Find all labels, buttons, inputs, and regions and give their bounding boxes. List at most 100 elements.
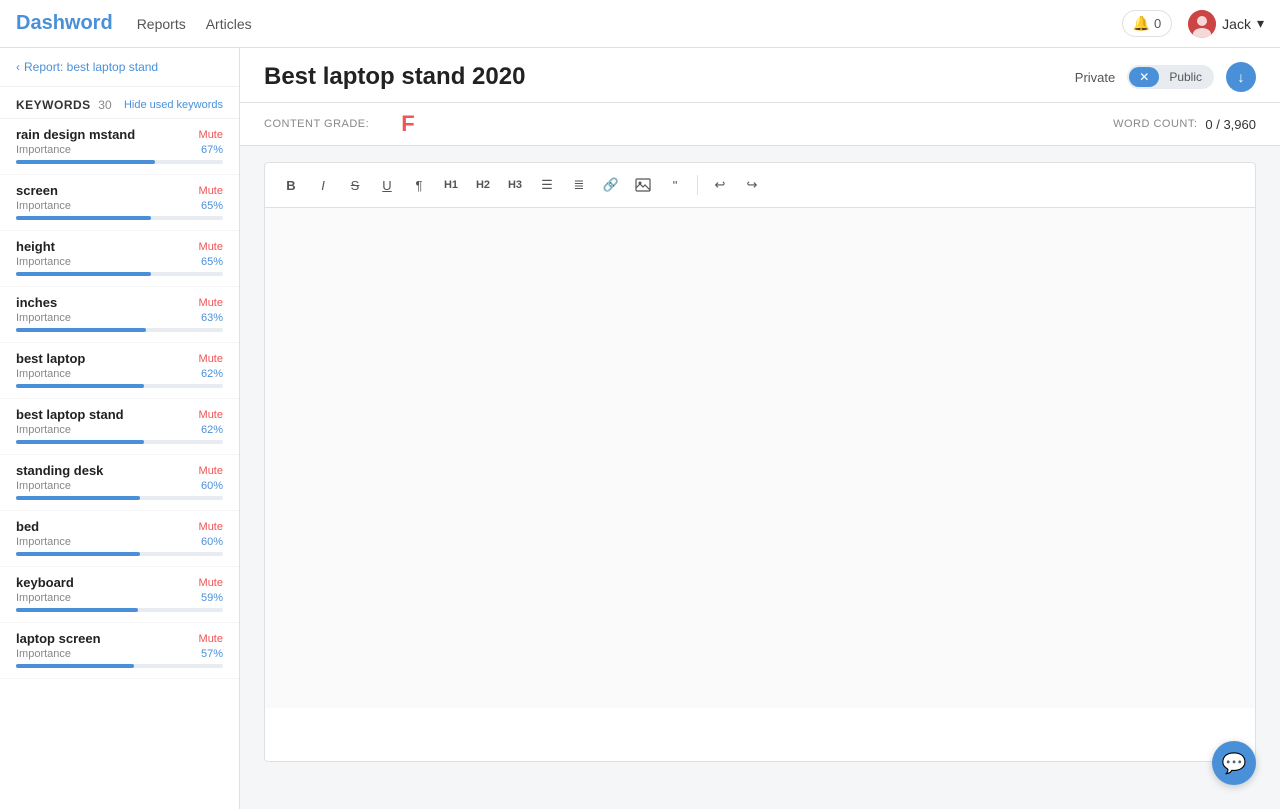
kw-bar-bg-3	[16, 328, 223, 332]
kw-bar-bg-8	[16, 608, 223, 612]
kw-bar-bg-4	[16, 384, 223, 388]
kw-mute-5[interactable]: Mute	[199, 409, 223, 421]
h2-button[interactable]: H2	[469, 171, 497, 199]
user-menu-button[interactable]: Jack ▾	[1188, 10, 1264, 38]
kw-header-1: screen Mute	[16, 183, 223, 198]
toolbar-separator	[697, 175, 698, 195]
italic-button[interactable]: I	[309, 171, 337, 199]
kw-mute-6[interactable]: Mute	[199, 465, 223, 477]
kw-bar-bg-5	[16, 440, 223, 444]
word-count-section: WORD COUNT: 0 / 3,960	[1113, 117, 1256, 132]
kw-name-7: bed	[16, 519, 39, 534]
kw-name-9: laptop screen	[16, 631, 101, 646]
layout: ‹ Report: best laptop stand KEYWORDS 30 …	[0, 48, 1280, 809]
kw-bar-9	[16, 664, 134, 668]
kw-bar-bg-2	[16, 272, 223, 276]
kw-mute-1[interactable]: Mute	[199, 185, 223, 197]
kw-bar-0	[16, 160, 155, 164]
kw-bar-bg-6	[16, 496, 223, 500]
nav-articles[interactable]: Articles	[206, 16, 252, 32]
kw-bar-bg-1	[16, 216, 223, 220]
kw-pct-0: 67%	[201, 144, 223, 156]
kw-pct-7: 60%	[201, 536, 223, 548]
kw-importance-row-7: Importance 60%	[16, 536, 223, 548]
kw-mute-7[interactable]: Mute	[199, 521, 223, 533]
notifications-button[interactable]: 🔔 0	[1122, 10, 1173, 37]
toggle-public[interactable]: Public	[1159, 67, 1212, 87]
keyword-item-2: height Mute Importance 65%	[0, 231, 239, 287]
kw-header-7: bed Mute	[16, 519, 223, 534]
kw-name-5: best laptop stand	[16, 407, 124, 422]
kw-header-2: height Mute	[16, 239, 223, 254]
kw-importance-label-5: Importance	[16, 424, 71, 436]
grade-bar: CONTENT GRADE: F WORD COUNT: 0 / 3,960	[240, 103, 1280, 146]
strikethrough-button[interactable]: S	[341, 171, 369, 199]
kw-importance-label-2: Importance	[16, 256, 71, 268]
kw-importance-label-3: Importance	[16, 312, 71, 324]
kw-pct-5: 62%	[201, 424, 223, 436]
blockquote-button[interactable]: "	[661, 171, 689, 199]
main-header: Best laptop stand 2020 Private ✕ Public …	[240, 48, 1280, 103]
back-link[interactable]: ‹ Report: best laptop stand	[0, 48, 239, 87]
ordered-list-button[interactable]: ≣	[565, 171, 593, 199]
kw-importance-label-8: Importance	[16, 592, 71, 604]
avatar	[1188, 10, 1216, 38]
kw-importance-row-4: Importance 62%	[16, 368, 223, 380]
chevron-left-icon: ‹	[16, 60, 20, 74]
hide-used-keywords[interactable]: Hide used keywords	[124, 99, 223, 111]
kw-name-6: standing desk	[16, 463, 103, 478]
bell-icon: 🔔	[1133, 15, 1150, 32]
kw-mute-4[interactable]: Mute	[199, 353, 223, 365]
kw-name-8: keyboard	[16, 575, 74, 590]
keyword-item-8: keyboard Mute Importance 59%	[0, 567, 239, 623]
unordered-list-button[interactable]: ☰	[533, 171, 561, 199]
toggle-private[interactable]: ✕	[1129, 67, 1159, 87]
h3-button[interactable]: H3	[501, 171, 529, 199]
kw-bar-bg-0	[16, 160, 223, 164]
keywords-list: rain design mstand Mute Importance 67% s…	[0, 119, 239, 809]
word-count-value: 0 / 3,960	[1205, 117, 1256, 132]
header-right: Private ✕ Public ↓	[1075, 62, 1256, 92]
bold-button[interactable]: B	[277, 171, 305, 199]
link-button[interactable]: 🔗	[597, 171, 625, 199]
topnav: Dashword Reports Articles 🔔 0 Jack ▾	[0, 0, 1280, 48]
article-title: Best laptop stand 2020	[264, 63, 525, 91]
download-button[interactable]: ↓	[1226, 62, 1256, 92]
image-button[interactable]	[629, 171, 657, 199]
kw-bar-5	[16, 440, 144, 444]
kw-bar-1	[16, 216, 151, 220]
kw-bar-3	[16, 328, 146, 332]
kw-mute-0[interactable]: Mute	[199, 129, 223, 141]
keyword-item-0: rain design mstand Mute Importance 67%	[0, 119, 239, 175]
paragraph-button[interactable]: ¶	[405, 171, 433, 199]
h1-button[interactable]: H1	[437, 171, 465, 199]
kw-pct-8: 59%	[201, 592, 223, 604]
privacy-toggle[interactable]: ✕ Public	[1127, 65, 1214, 89]
kw-importance-row-1: Importance 65%	[16, 200, 223, 212]
underline-button[interactable]: U	[373, 171, 401, 199]
kw-importance-row-8: Importance 59%	[16, 592, 223, 604]
kw-mute-2[interactable]: Mute	[199, 241, 223, 253]
kw-importance-row-0: Importance 67%	[16, 144, 223, 156]
editor-body[interactable]	[265, 208, 1255, 708]
kw-bar-2	[16, 272, 151, 276]
private-label: Private	[1075, 70, 1115, 85]
keyword-item-1: screen Mute Importance 65%	[0, 175, 239, 231]
editor-toolbar: B I S U ¶ H1 H2 H3 ☰ ≣ 🔗 " ↩	[265, 163, 1255, 208]
keyword-item-4: best laptop Mute Importance 62%	[0, 343, 239, 399]
keyword-item-7: bed Mute Importance 60%	[0, 511, 239, 567]
undo-button[interactable]: ↩	[706, 171, 734, 199]
kw-importance-label-1: Importance	[16, 200, 71, 212]
kw-bar-6	[16, 496, 140, 500]
kw-importance-row-9: Importance 57%	[16, 648, 223, 660]
kw-mute-9[interactable]: Mute	[199, 633, 223, 645]
chat-bubble[interactable]: 💬	[1212, 741, 1256, 785]
kw-mute-3[interactable]: Mute	[199, 297, 223, 309]
user-name: Jack	[1222, 16, 1251, 32]
keywords-header: KEYWORDS 30 Hide used keywords	[0, 87, 239, 119]
nav-reports[interactable]: Reports	[137, 16, 186, 32]
redo-button[interactable]: ↪	[738, 171, 766, 199]
kw-bar-4	[16, 384, 144, 388]
kw-mute-8[interactable]: Mute	[199, 577, 223, 589]
keyword-item-9: laptop screen Mute Importance 57%	[0, 623, 239, 679]
